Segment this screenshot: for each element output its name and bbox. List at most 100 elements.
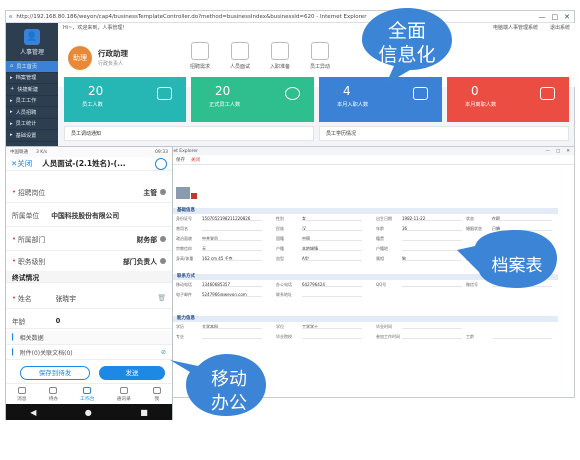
form-field-input[interactable] [402, 324, 462, 329]
tab-workbench[interactable]: 工作台 [80, 386, 95, 402]
stat-card-regular[interactable]: 20 正式员工人数 [191, 77, 314, 122]
minimize-icon[interactable]: — [539, 13, 546, 21]
panel-transfer-notice[interactable]: 员工调动通知 [64, 126, 314, 141]
sidebar-item-label: 员工统计 [15, 121, 37, 128]
browser-titlebar: e http://192.168.80.186/weyon/cap4/busin… [6, 11, 574, 23]
quick-label: 员工异动 [309, 64, 330, 70]
form-field-input[interactable] [402, 282, 462, 287]
form-field-label: 毕业院校 [276, 334, 292, 339]
field-value: 0 [55, 316, 61, 325]
form-field-input[interactable]: 本地城镇 [302, 246, 362, 251]
tab-messages[interactable]: 消息 [17, 386, 27, 402]
minimize-icon[interactable]: — [545, 149, 550, 154]
field-label: 职务级别 [18, 258, 46, 266]
quick-transfer[interactable]: 员工异动 [300, 42, 340, 70]
close-icon[interactable]: ✕ [566, 149, 570, 154]
user-add-icon [413, 87, 428, 100]
form-field-input[interactable]: 中共党员 [202, 236, 262, 241]
maximize-icon[interactable]: □ [552, 13, 559, 21]
form-field-input[interactable] [302, 292, 362, 297]
form-field-input[interactable]: 5247966@weyon.com [202, 292, 262, 297]
attachments-row[interactable]: ▎ 附件(0)关联文档(0) ⊘ [6, 346, 172, 360]
save-button[interactable]: 保存 [176, 157, 185, 163]
maximize-icon[interactable]: □ [556, 149, 560, 154]
stat-card-left[interactable]: 0 本月离职人数 [447, 77, 569, 122]
close-link[interactable]: ✕关闭 [11, 158, 32, 169]
form-field-input[interactable] [492, 334, 552, 339]
mobile-phone: 中国联通 3 K/s 09:33 ✕关闭 人员面试-(2.1姓名)-(... •… [5, 146, 173, 420]
tab-contacts[interactable]: 通讯录 [117, 386, 131, 402]
field-rank[interactable]: • 职务级别 部门负责人 [6, 251, 172, 271]
form-field-input[interactable] [402, 246, 462, 251]
close-icon[interactable]: ✕ [564, 13, 570, 21]
sidebar-item-stats[interactable]: ▸ 员工统计 [6, 119, 58, 130]
form-field-input[interactable]: 大学本科 [202, 324, 262, 329]
form-field-input[interactable]: 1982-11-22 [402, 216, 462, 221]
recents-icon[interactable]: ■ [140, 408, 148, 417]
quick-recruit-demand[interactable]: 招聘需求 [180, 42, 220, 70]
back-icon[interactable]: ◀ [30, 408, 36, 417]
sidebar-item-home[interactable]: ⌂ 员工首页 [6, 61, 58, 73]
field-name[interactable]: • 姓名 张晓宇 🗑 [6, 287, 172, 309]
field-department[interactable]: • 所属部门 财务部 [6, 227, 172, 251]
form-field-input[interactable]: 36 [402, 226, 462, 231]
net-speed: 3 K/s [36, 149, 48, 155]
logout-link[interactable]: 退出系统 [550, 24, 570, 31]
panel-education[interactable]: 员工学历情况 [319, 126, 569, 141]
sidebar-item-quick-new[interactable]: + 快捷新建 [6, 84, 58, 96]
form-field-label: 身高/体重 [176, 256, 194, 261]
quick-interview[interactable]: 人员面试 [220, 42, 260, 70]
form-field-input[interactable]: 汉 [302, 226, 362, 231]
form-field-input[interactable] [402, 236, 462, 241]
sidebar: 👤 人事管理 ⌂ 员工首页 ▸ 档案管理 + 快捷新建 ▸ 员工工作 ▸ 人员招聘 ▸ 员工… [6, 23, 58, 150]
home-icon[interactable]: ● [85, 408, 92, 417]
workbench-icon [83, 386, 92, 394]
form-field-input[interactable]: 无 [202, 246, 262, 251]
close-button[interactable]: 关闭 [191, 157, 200, 163]
folder-icon: ▸ [10, 74, 13, 81]
form-field-input[interactable]: 642796424 [302, 282, 362, 287]
form-field-label: 出生日期 [376, 216, 392, 221]
sidebar-item-work[interactable]: ▸ 员工工作 [6, 96, 58, 107]
section-ability: 能力信息 [173, 316, 558, 322]
form-field-label: 参加工作时间 [376, 334, 400, 339]
form-field-input[interactable] [402, 334, 462, 339]
sidebar-item-archive[interactable]: ▸ 档案管理 [6, 73, 58, 84]
stat-card-total[interactable]: 20 员工人数 [64, 77, 186, 122]
form-field-input[interactable]: 162 cm 45 千克 [202, 256, 262, 261]
field-label: 所属部门 [18, 235, 46, 244]
tab-todo[interactable]: 待办 [49, 386, 58, 402]
form-field-input[interactable]: 1507052198211220826 [202, 216, 262, 221]
form-field-input[interactable]: 13460685357 [202, 282, 262, 287]
field-age[interactable]: 年龄 0 [6, 313, 172, 329]
form-field-input[interactable] [202, 226, 262, 231]
quick-onboard[interactable]: 入职准备 [260, 42, 300, 70]
form-field-input[interactable]: A型 [302, 256, 362, 261]
related-data-row[interactable]: ▎ 相关数据 [6, 331, 172, 345]
sidebar-item-recruit[interactable]: ▸ 人员招聘 [6, 107, 58, 119]
phone-tab-bar: 消息 待办 工作台 通讯录 我 [6, 383, 172, 404]
paperclip-icon[interactable]: ⊘ [161, 349, 166, 356]
gear-icon: ▸ [10, 132, 13, 139]
sidebar-item-settings[interactable]: ▸ 基础设置 [6, 130, 58, 142]
save-draft-button[interactable]: 保存到待发 [20, 366, 90, 380]
form-field-input[interactable]: 在职 [492, 216, 552, 221]
form-field-input[interactable]: 中国 [302, 236, 362, 241]
field-position[interactable]: • 招聘岗位 主管 [6, 181, 172, 203]
field-value: 张晓宇 [55, 294, 76, 303]
field-company[interactable]: 所属单位 中国科技股份有限公司 [6, 203, 172, 227]
phone-status-bar: 中国联通 3 K/s 09:33 [6, 147, 172, 157]
form-field-label: 户籍 [276, 246, 284, 251]
search-icon[interactable] [155, 157, 167, 170]
form-field-input[interactable]: 狗 [402, 256, 462, 261]
pc-system-link[interactable]: 电脑端人事管理系统 [493, 24, 538, 31]
form-field-input[interactable]: 工学学士 [302, 324, 362, 329]
form-field-label: QQ号 [376, 282, 387, 287]
trash-icon[interactable]: 🗑 [157, 294, 166, 302]
form-field-input[interactable] [202, 334, 262, 339]
send-button[interactable]: 发送 [99, 366, 165, 380]
android-nav-bar: ◀ ● ■ [6, 404, 172, 420]
form-field-input[interactable] [302, 334, 362, 339]
tab-me[interactable]: 我 [152, 386, 161, 402]
form-field-input[interactable]: 女 [302, 216, 362, 221]
